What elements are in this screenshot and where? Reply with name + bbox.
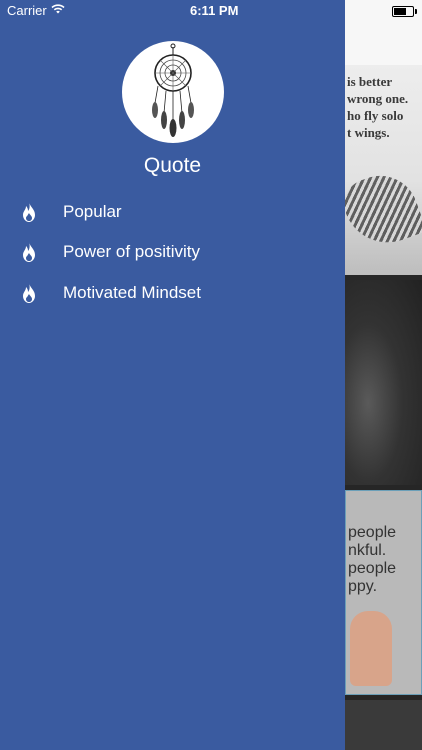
flame-icon bbox=[23, 283, 35, 303]
quote-card[interactable] bbox=[345, 700, 422, 750]
side-drawer: Carrier 6:11 PM Quote Popular Power of p… bbox=[0, 0, 345, 750]
quote-card-hand[interactable]: people nkful. people ppy. bbox=[345, 490, 422, 695]
dreamcatcher-icon bbox=[152, 43, 194, 137]
menu-item-label: Power of positivity bbox=[63, 242, 200, 261]
menu-item-label: Popular bbox=[63, 202, 122, 221]
clock: 6:11 PM bbox=[190, 3, 239, 18]
menu-item-power-of-positivity[interactable]: Power of positivity bbox=[0, 233, 345, 273]
quote-card-text: is better wrong one. ho fly solo t wings… bbox=[347, 74, 409, 140]
avatar[interactable] bbox=[122, 41, 224, 143]
drawer-title: Quote bbox=[143, 154, 202, 177]
status-bar: Carrier 6:11 PM bbox=[0, 0, 345, 22]
quote-card-lion[interactable] bbox=[345, 280, 422, 485]
hand-illustration bbox=[350, 611, 392, 686]
wing-illustration bbox=[345, 165, 422, 255]
menu-item-label: Motivated Mindset bbox=[63, 283, 201, 302]
flame-icon bbox=[23, 202, 35, 222]
battery-icon bbox=[392, 6, 417, 17]
background-content: is better wrong one. ho fly solo t wings… bbox=[345, 0, 422, 750]
carrier-label: Carrier bbox=[7, 3, 47, 18]
quote-card-text: people nkful. people ppy. bbox=[348, 524, 397, 595]
menu-item-motivated-mindset[interactable]: Motivated Mindset bbox=[0, 274, 345, 314]
menu-item-popular[interactable]: Popular bbox=[0, 193, 345, 233]
flame-icon bbox=[23, 242, 35, 262]
quote-card-wings[interactable]: is better wrong one. ho fly solo t wings… bbox=[345, 65, 422, 275]
background-status-bar bbox=[345, 0, 422, 65]
wifi-icon bbox=[51, 4, 65, 14]
